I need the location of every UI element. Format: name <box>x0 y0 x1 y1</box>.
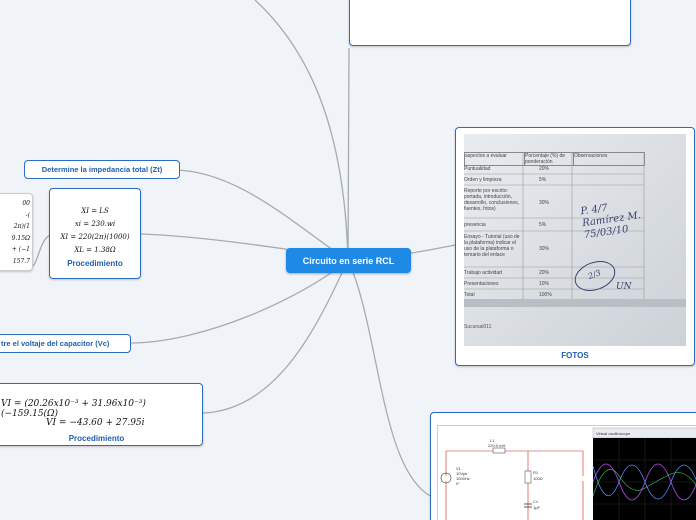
photo-footer: Sucursal011 <box>464 324 492 330</box>
link-impedance <box>172 169 349 261</box>
equation-line: xi = 230.wi <box>74 220 116 228</box>
topic-capacitor-voltage[interactable]: tre el voltaje del capacitor (Vc) <box>0 334 131 353</box>
link-top-box <box>347 47 350 261</box>
topic-capacitor-label: tre el voltaje del capacitor (Vc) <box>1 339 110 348</box>
mind-map-canvas: 00 -( 2π)(1 9.15Ω + (−1 157.7 Determine … <box>0 0 696 520</box>
partial-line: 157.7 <box>12 257 30 265</box>
equation-line: XL = 1.38Ω <box>74 246 116 254</box>
circuit-image: L1 220.0 mH R1 100Ω C1 1μF V1 10Vpk 1000… <box>437 425 696 520</box>
fotos-node[interactable]: aspectos a evaluar Porcentaje (%) de pon… <box>455 127 695 366</box>
circuit-label: C1 <box>533 499 539 504</box>
partial-line: 00 <box>22 200 30 207</box>
equation-line: VI = (20.26x10⁻³ + 31.96x10⁻³)(−159.15(Ω… <box>1 399 146 419</box>
partial-line: 2π)(1 <box>13 223 30 230</box>
link-partial-left <box>32 234 51 267</box>
top-node[interactable] <box>349 0 631 46</box>
circuit-schematic: L1 220.0 mH R1 100Ω C1 1μF V1 10Vpk 1000… <box>440 427 696 520</box>
link-procedure-vl <box>202 259 349 414</box>
partial-line: 9.15Ω <box>11 234 30 242</box>
handwritten-initials: UN <box>616 282 632 292</box>
partial-line: -( <box>25 211 30 219</box>
procedure-vl-node[interactable]: VI = (20.26x10⁻³ + 31.96x10⁻³)(−159.15(Ω… <box>0 383 203 446</box>
circuit-label: 100Ω <box>533 476 543 481</box>
link-top-left <box>254 0 349 261</box>
scope-title: Virtual oscilloscope <box>596 431 631 436</box>
central-topic-label: Circuito en serie RCL <box>302 255 395 266</box>
circuit-label: 1μF <box>533 505 541 510</box>
partial-line: + (−1 <box>11 246 30 253</box>
procedure-label: Procedimiento <box>67 259 123 268</box>
rubric-photo: aspectos a evaluar Porcentaje (%) de pon… <box>464 134 686 346</box>
partial-left-node[interactable]: 00 -( 2π)(1 9.15Ω + (−1 157.7 <box>0 193 33 271</box>
oscilloscope-screen <box>593 438 696 520</box>
equation-line: VI = −43.60 + 27.95i <box>46 418 145 428</box>
central-topic[interactable]: Circuito en serie RCL <box>286 248 411 273</box>
link-circuit <box>347 259 433 498</box>
circuit-label: R1 <box>533 470 539 475</box>
procedure-xl-node[interactable]: XI = LS xi = 230.wi XI = 220(2π)(1000) X… <box>49 188 141 279</box>
circuit-label: 0° <box>456 481 460 486</box>
equation-line: XI = LS <box>81 207 109 215</box>
topic-impedance-label: Determine la impedancia total (Zt) <box>41 165 163 174</box>
topic-impedance[interactable]: Determine la impedancia total (Zt) <box>24 160 180 179</box>
circuit-label: 220.0 mH <box>488 443 505 448</box>
procedure-label: Procedimiento <box>68 434 125 443</box>
equation-line: XI = 220(2π)(1000) <box>60 233 130 241</box>
fotos-label: FOTOS <box>561 351 589 360</box>
circuit-node[interactable]: L1 220.0 mH R1 100Ω C1 1μF V1 10Vpk 1000… <box>430 412 696 520</box>
